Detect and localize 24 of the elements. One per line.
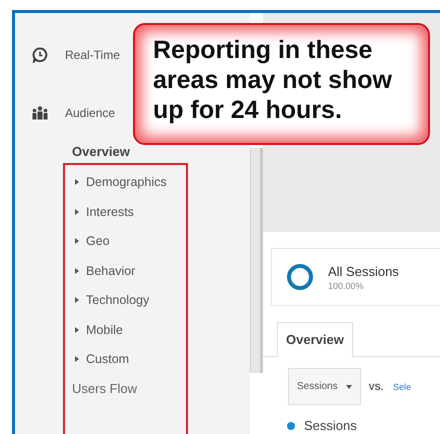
tab[interactable]: Overview	[277, 322, 353, 357]
scrollbar[interactable]	[250, 148, 263, 373]
nav-item[interactable]: Custom	[74, 347, 130, 371]
nav-item[interactable]: Geo	[74, 229, 110, 253]
nav-item[interactable]: Behavior	[74, 258, 136, 282]
nav-item[interactable]: Demographics	[74, 170, 167, 194]
nav-item[interactable]: Interests	[74, 200, 134, 224]
nav-item[interactable]: Mobile	[74, 318, 123, 342]
metric-dropdown[interactable]: Sessions	[288, 368, 361, 405]
people-icon	[30, 106, 50, 120]
select-metric-link[interactable]: Sele	[393, 382, 412, 392]
speech-clock-icon	[30, 47, 50, 63]
ring-icon	[286, 263, 314, 291]
segment-name: All Sessions	[328, 264, 399, 278]
nav-item[interactable]: Users Flow	[72, 376, 138, 400]
nav-section-link[interactable]: Audience	[65, 106, 116, 120]
vs-label: VS.	[368, 382, 384, 392]
nav-item[interactable]: Overview	[72, 140, 130, 164]
caret-down-icon	[346, 384, 352, 388]
legend-label: Sessions	[304, 418, 357, 433]
nav-item[interactable]: Technology	[74, 288, 150, 312]
callout-note: Reporting in these areas may not show up for 24 hours.	[133, 23, 430, 145]
segment-share: 100.00%	[328, 280, 365, 290]
nav-section-link[interactable]: Real-Time	[65, 48, 120, 62]
